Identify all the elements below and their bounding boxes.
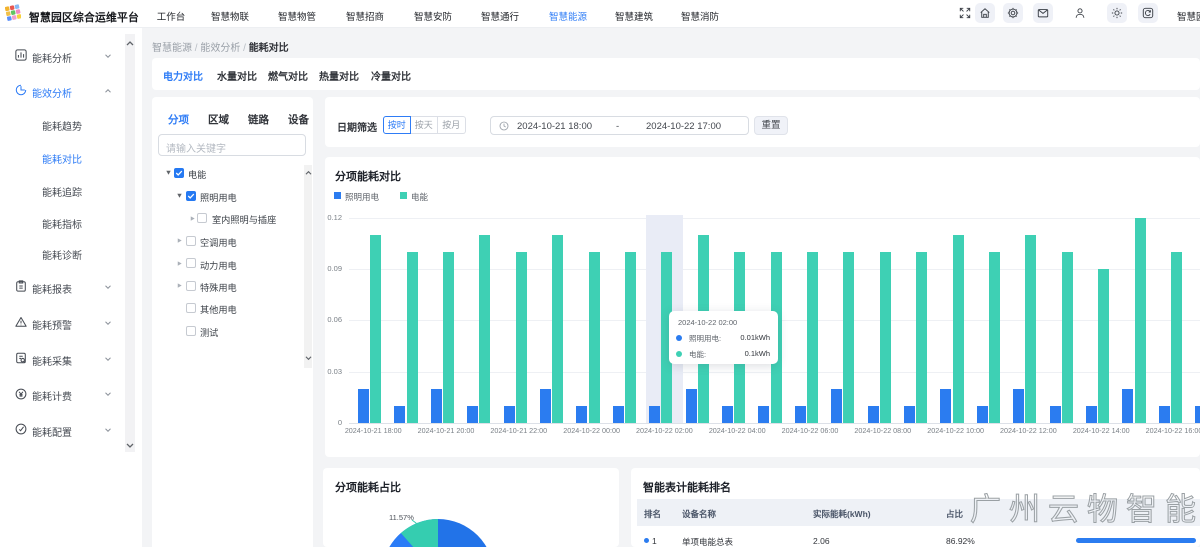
- svg-text:广州云物智能: 广州云物智能: [970, 492, 1200, 527]
